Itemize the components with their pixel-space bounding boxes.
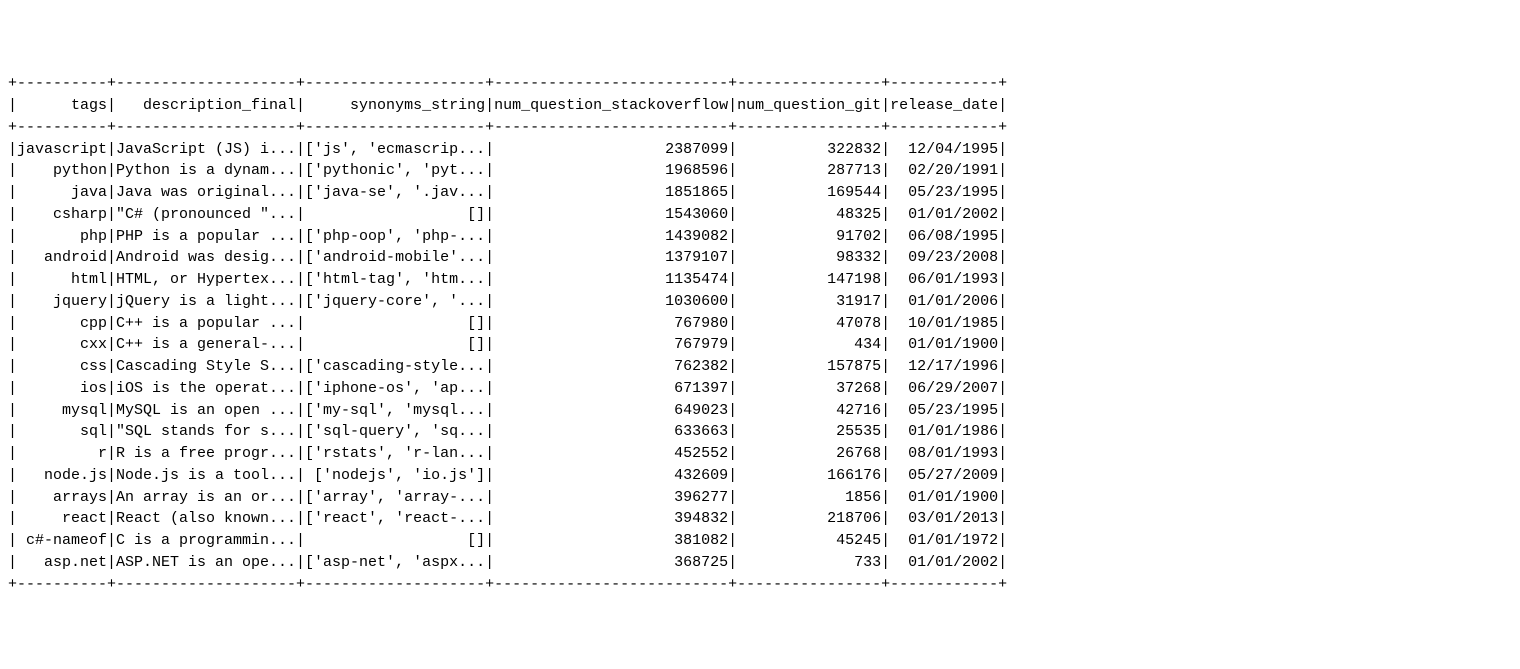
table-row: | html|HTML, or Hypertex...|['html-tag',… [8,269,1007,291]
table-row: | jquery|jQuery is a light...|['jquery-c… [8,291,1007,313]
table-row: | php|PHP is a popular ...|['php-oop', '… [8,226,1007,248]
table-separator: +----------+--------------------+-------… [8,73,1007,95]
table-row: | r|R is a free progr...|['rstats', 'r-l… [8,443,1007,465]
table-header-row: | tags| description_final| synonyms_stri… [8,95,1007,117]
table-row: | node.js|Node.js is a tool...| ['nodejs… [8,465,1007,487]
table-row: | asp.net|ASP.NET is an ope...|['asp-net… [8,552,1007,574]
ascii-table: +----------+--------------------+-------… [8,73,1007,595]
table-row: | csharp|"C# (pronounced "...| []| 15430… [8,204,1007,226]
table-row: | python|Python is a dynam...|['pythonic… [8,160,1007,182]
table-row: | cpp|C++ is a popular ...| []| 767980| … [8,313,1007,335]
table-row: | c#-nameof|C is a programmin...| []| 38… [8,530,1007,552]
table-row: | java|Java was original...|['java-se', … [8,182,1007,204]
table-row: | react|React (also known...|['react', '… [8,508,1007,530]
table-row: | android|Android was desig...|['android… [8,247,1007,269]
table-row: | css|Cascading Style S...|['cascading-s… [8,356,1007,378]
table-row: | mysql|MySQL is an open ...|['my-sql', … [8,400,1007,422]
table-separator: +----------+--------------------+-------… [8,117,1007,139]
table-row: | arrays|An array is an or...|['array', … [8,487,1007,509]
table-row: | sql|"SQL stands for s...|['sql-query',… [8,421,1007,443]
table-separator: +----------+--------------------+-------… [8,574,1007,596]
table-row: | ios|iOS is the operat...|['iphone-os',… [8,378,1007,400]
table-row: |javascript|JavaScript (JS) i...|['js', … [8,139,1007,161]
table-row: | cxx|C++ is a general-...| []| 767979| … [8,334,1007,356]
